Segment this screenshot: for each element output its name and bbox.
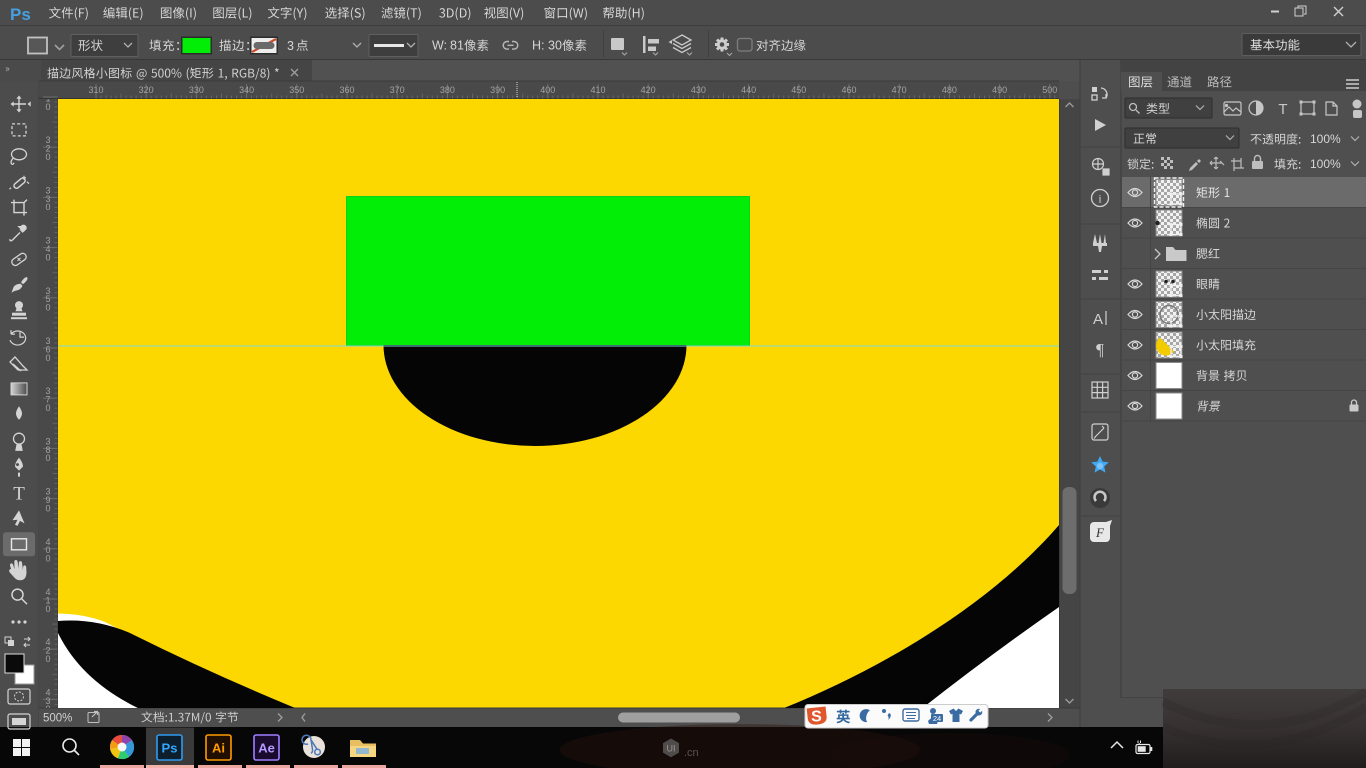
svg-text:81: 81: [450, 39, 464, 53]
svg-text:H:: H:: [532, 39, 545, 53]
svg-text:350: 350: [289, 85, 304, 95]
svg-text:0: 0: [45, 554, 50, 564]
svg-text:0: 0: [45, 202, 50, 212]
svg-text:400: 400: [540, 85, 555, 95]
svg-text:30: 30: [548, 39, 562, 53]
svg-text:0: 0: [45, 252, 50, 262]
svg-text:T: T: [1278, 101, 1287, 118]
svg-text:370: 370: [390, 85, 405, 95]
svg-text:320: 320: [139, 85, 154, 95]
svg-text:Ps: Ps: [10, 5, 31, 24]
svg-text:0: 0: [45, 152, 50, 162]
svg-text:¶: ¶: [1096, 340, 1104, 359]
svg-text:S: S: [811, 709, 822, 726]
svg-text:500: 500: [1042, 85, 1057, 95]
svg-text:24: 24: [933, 714, 941, 723]
svg-text:310: 310: [88, 85, 103, 95]
svg-text:0: 0: [45, 102, 50, 112]
svg-text:.cn: .cn: [684, 747, 699, 759]
svg-text:420: 420: [641, 85, 656, 95]
svg-text:UI: UI: [667, 744, 676, 754]
svg-text:F: F: [1095, 525, 1105, 540]
svg-text:440: 440: [741, 85, 756, 95]
svg-text:0: 0: [45, 654, 50, 664]
svg-text:Ps: Ps: [162, 741, 178, 756]
svg-text:500%: 500%: [43, 713, 72, 725]
svg-text:410: 410: [590, 85, 605, 95]
svg-text:470: 470: [892, 85, 907, 95]
svg-text:0: 0: [45, 503, 50, 513]
svg-text:490: 490: [992, 85, 1007, 95]
svg-text:340: 340: [239, 85, 254, 95]
svg-text:A: A: [1093, 311, 1103, 328]
svg-text:Ai: Ai: [212, 741, 225, 756]
svg-text:460: 460: [841, 85, 856, 95]
svg-text:Ae: Ae: [258, 741, 275, 756]
svg-text:450: 450: [791, 85, 806, 95]
svg-text:390: 390: [490, 85, 505, 95]
svg-text:100%: 100%: [1310, 132, 1341, 146]
svg-text:0: 0: [45, 403, 50, 413]
svg-text:100%: 100%: [1310, 157, 1341, 171]
svg-text:0: 0: [45, 303, 50, 313]
svg-text:3: 3: [287, 39, 294, 53]
svg-text:0: 0: [45, 453, 50, 463]
svg-text:430: 430: [691, 85, 706, 95]
svg-text:480: 480: [942, 85, 957, 95]
svg-text:0: 0: [45, 604, 50, 614]
svg-text:380: 380: [440, 85, 455, 95]
svg-text:W:: W:: [432, 39, 447, 53]
svg-text:T: T: [13, 484, 25, 505]
svg-text:360: 360: [339, 85, 354, 95]
svg-text:330: 330: [189, 85, 204, 95]
svg-text:0: 0: [45, 353, 50, 363]
